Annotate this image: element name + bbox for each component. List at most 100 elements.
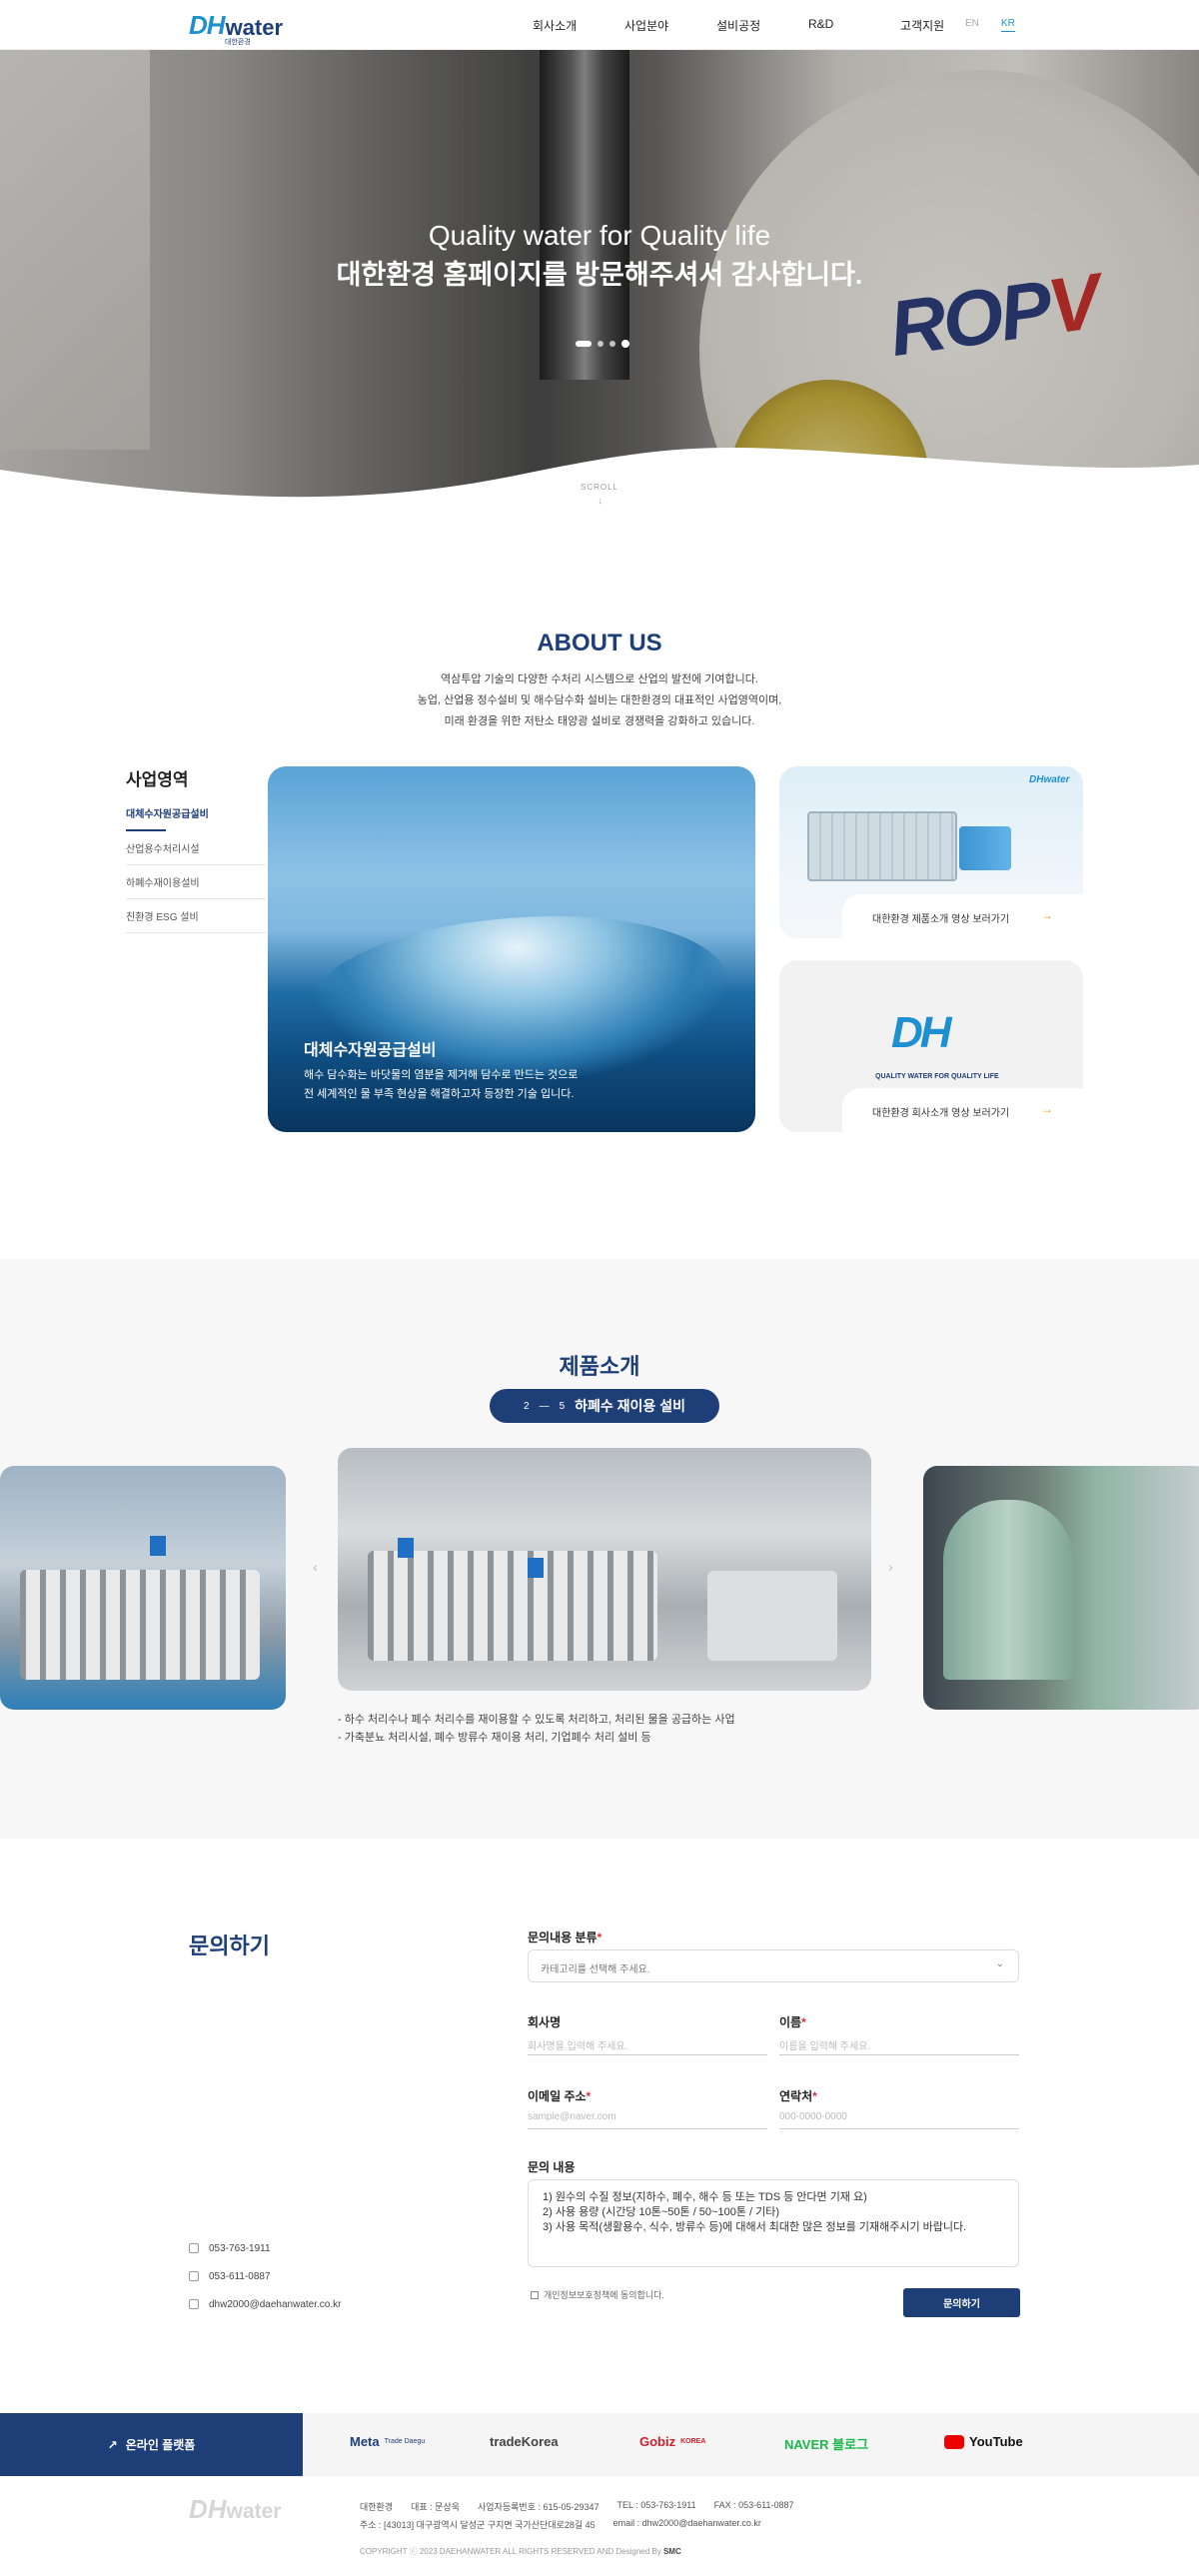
content-label: 문의 내용	[528, 2160, 576, 2174]
footer-ceo: 대표 : 문상욱	[411, 2502, 461, 2512]
hero-dot[interactable]	[598, 341, 603, 347]
product-bullets: - 하수 처리수나 폐수 처리수를 재이용할 수 있도록 처리하고, 처리된 물…	[338, 1711, 735, 1747]
company-input[interactable]: 회사명을 입력해 주세요.	[528, 2033, 767, 2055]
submit-button[interactable]: 문의하기	[903, 2288, 1020, 2317]
language-switch: EN KR	[965, 18, 1015, 32]
valve-image	[150, 1536, 166, 1556]
company-video-button[interactable]: 대한환경 회사소개 영상 보러가기 →	[842, 1088, 1083, 1132]
business-feature-card[interactable]: 대체수자원공급설비 해수 담수화는 바닷물의 염분을 제거해 담수로 만드는 것…	[268, 766, 755, 1132]
product-bullet: - 가축분뇨 처리시설, 폐수 방류수 재이용 처리, 기업폐수 처리 설비 등	[338, 1732, 651, 1744]
product-slide-next[interactable]	[923, 1466, 1199, 1710]
product-slide-active[interactable]	[338, 1448, 871, 1691]
agree-checkbox[interactable]	[531, 2290, 539, 2299]
valve-image	[528, 1558, 544, 1578]
tel-label: 연락처*	[779, 2087, 817, 2104]
about-description: 역삼투압 기술의 다양한 수처리 시스템으로 산업의 발전에 기여합니다. 농업…	[0, 669, 1199, 732]
category-label-text: 문의내용 분류	[528, 1931, 598, 1944]
slide-total: 5	[559, 1400, 566, 1412]
logo-mark: DH	[189, 10, 226, 40]
products-title: 제품소개	[559, 1354, 640, 1379]
category-select[interactable]: 카테고리를 선택해 주세요. ⌄	[528, 1949, 1019, 1982]
business-area-title: 사업영역	[126, 770, 189, 789]
platform-gobiz[interactable]: Gobiz KOREA	[639, 2434, 705, 2449]
dh-brand-logo: DH	[891, 1008, 952, 1057]
platform-youtube[interactable]: YouTube	[944, 2434, 1023, 2449]
nav-item-business[interactable]: 사업분야	[624, 17, 716, 34]
about-desc-line: 역삼투압 기술의 다양한 수처리 시스템으로 산업의 발전에 기여합니다.	[441, 673, 758, 685]
hero-pause-icon[interactable]	[621, 340, 629, 348]
slide-index: 2	[524, 1400, 530, 1412]
hero-subtitle: 대한환경 홈페이지를 방문해주셔서 감사합니다.	[336, 260, 863, 290]
biz-menu-item-alternative-water[interactable]: 대체수자원공급설비	[126, 805, 209, 831]
hero-dot-active[interactable]	[576, 341, 592, 347]
lang-kr[interactable]: KR	[1000, 18, 1015, 32]
content-textarea[interactable]: 1) 원수의 수질 정보(지하수, 폐수, 해수 등 또는 TDS 등 안다면 …	[528, 2179, 1019, 2267]
scroll-down-icon[interactable]: ↓	[598, 496, 602, 507]
feature-card-title: 대체수자원공급설비	[304, 1042, 437, 1059]
platform-tradekorea[interactable]: tradeKorea	[490, 2434, 559, 2449]
email-row: dhw2000@daehanwater.co.kr	[189, 2297, 341, 2311]
feature-card-line: 해수 담수화는 바닷물의 염분을 제거해 담수로 만드는 것으로	[304, 1069, 579, 1081]
product-slide-prev[interactable]	[0, 1466, 286, 1710]
footer-logo-text: water	[226, 2500, 282, 2523]
biz-menu-item-industrial-water[interactable]: 산업용수처리시설	[126, 840, 266, 865]
card-mini-logo: DHwater	[1029, 774, 1070, 785]
company-video-card: DH QUALITY WATER FOR QUALITY LIFE 대한환경 회…	[779, 960, 1083, 1132]
gobiz-sub: KOREA	[680, 2438, 706, 2445]
tel-label-text: 연락처	[779, 2089, 813, 2103]
about-desc-line: 농업, 산업용 정수설비 및 해수담수화 설비는 대한환경의 대표적인 사업영역…	[417, 694, 782, 706]
site-logo[interactable]: DH water 대한환경	[189, 10, 283, 46]
online-platform-button[interactable]: ↗ 온라인 플랫폼	[0, 2413, 303, 2476]
nav-item-rnd[interactable]: R&D	[808, 17, 900, 34]
naver-name: NAVER 블로그	[784, 2437, 869, 2452]
privacy-agree[interactable]: 개인정보보호정책에 동의합니다.	[531, 2288, 664, 2301]
product-video-button[interactable]: 대한환경 제품소개 영상 보러가기 →	[842, 894, 1083, 938]
biz-menu-item-wastewater-reuse[interactable]: 하폐수재이용설비	[126, 874, 266, 899]
slide-divider: —	[539, 1400, 550, 1412]
email-input[interactable]: sample@naver.com	[528, 2107, 767, 2129]
required-mark: *	[597, 1931, 602, 1944]
ro-equipment-image	[807, 811, 957, 881]
contact-info: 053-763-1911 053-611-0887 dhw2000@daehan…	[189, 2241, 341, 2325]
tel-input[interactable]: 000-0000-0000	[779, 2107, 1019, 2129]
header: DH water 대한환경 회사소개 사업분야 설비공정 R&D 고객지원 EN…	[0, 0, 1199, 50]
fax-number: 053-611-0887	[209, 2270, 271, 2282]
meta-sub: Trade Daegu	[384, 2438, 426, 2445]
company-video-label: 대한환경 회사소개 영상 보러가기	[872, 1108, 1010, 1119]
chevron-down-icon: ⌄	[995, 1958, 1004, 1969]
nav-item-company[interactable]: 회사소개	[533, 17, 624, 34]
product-category-label: 하폐수 재이용 설비	[575, 1398, 685, 1414]
agree-label: 개인정보보호정책에 동의합니다.	[544, 2290, 664, 2300]
feature-card-line: 전 세계적인 물 부족 현상을 해결하고자 등장한 기술 입니다.	[304, 1088, 575, 1100]
platform-naver-blog[interactable]: NAVER 블로그	[784, 2434, 868, 2453]
name-label: 이름*	[779, 2013, 806, 2030]
product-video-card: DHwater 대한환경 제품소개 영상 보러가기 →	[779, 766, 1083, 938]
scroll-label: SCROLL	[580, 483, 618, 492]
contact-title: 문의하기	[189, 1933, 270, 1958]
page: DH water 대한환경 회사소개 사업분야 설비공정 R&D 고객지원 EN…	[0, 0, 1199, 2576]
feature-card-description: 해수 담수화는 바닷물의 염분을 제거해 담수로 만드는 것으로 전 세계적인 …	[304, 1066, 723, 1104]
name-input[interactable]: 이름을 입력해 주세요.	[779, 2033, 1019, 2055]
lang-en[interactable]: EN	[965, 18, 979, 32]
copyright-text: COPYRIGHT ⓒ 2023 DAEHANWATER ALL RIGHTS …	[360, 2547, 661, 2556]
footer-address: 주소 : [43013] 대구광역시 달성군 구지면 국가산단대로28길 45	[360, 2520, 596, 2530]
email-label: 이메일 주소*	[528, 2087, 591, 2104]
youtube-name: YouTube	[969, 2434, 1023, 2449]
about-title: ABOUT US	[537, 630, 662, 656]
footer-fax: FAX : 053-611-0887	[713, 2500, 794, 2510]
logo-sub: 대한환경	[225, 39, 251, 46]
phone-icon	[189, 2243, 199, 2253]
biz-menu-item-esg[interactable]: 친환경 ESG 설비	[126, 908, 266, 933]
fax-row: 053-611-0887	[189, 2269, 341, 2283]
hero-dot[interactable]	[609, 341, 615, 347]
gobiz-name: Gobiz	[639, 2434, 676, 2449]
name-label-text: 이름	[779, 2015, 802, 2029]
slide-prev-icon[interactable]: ‹	[313, 1559, 318, 1575]
required-mark: *	[801, 2015, 806, 2029]
platform-meta[interactable]: Meta Trade Daegu	[350, 2434, 425, 2449]
category-placeholder: 카테고리를 선택해 주세요.	[541, 1964, 650, 1975]
arrow-right-icon: →	[1041, 1102, 1053, 1116]
slide-next-icon[interactable]: ›	[888, 1559, 893, 1575]
nav-item-process[interactable]: 설비공정	[716, 17, 808, 34]
content-line: 2) 사용 용량 (시간당 10톤~50톤 / 50~100톤 / 기타)	[543, 2206, 780, 2218]
